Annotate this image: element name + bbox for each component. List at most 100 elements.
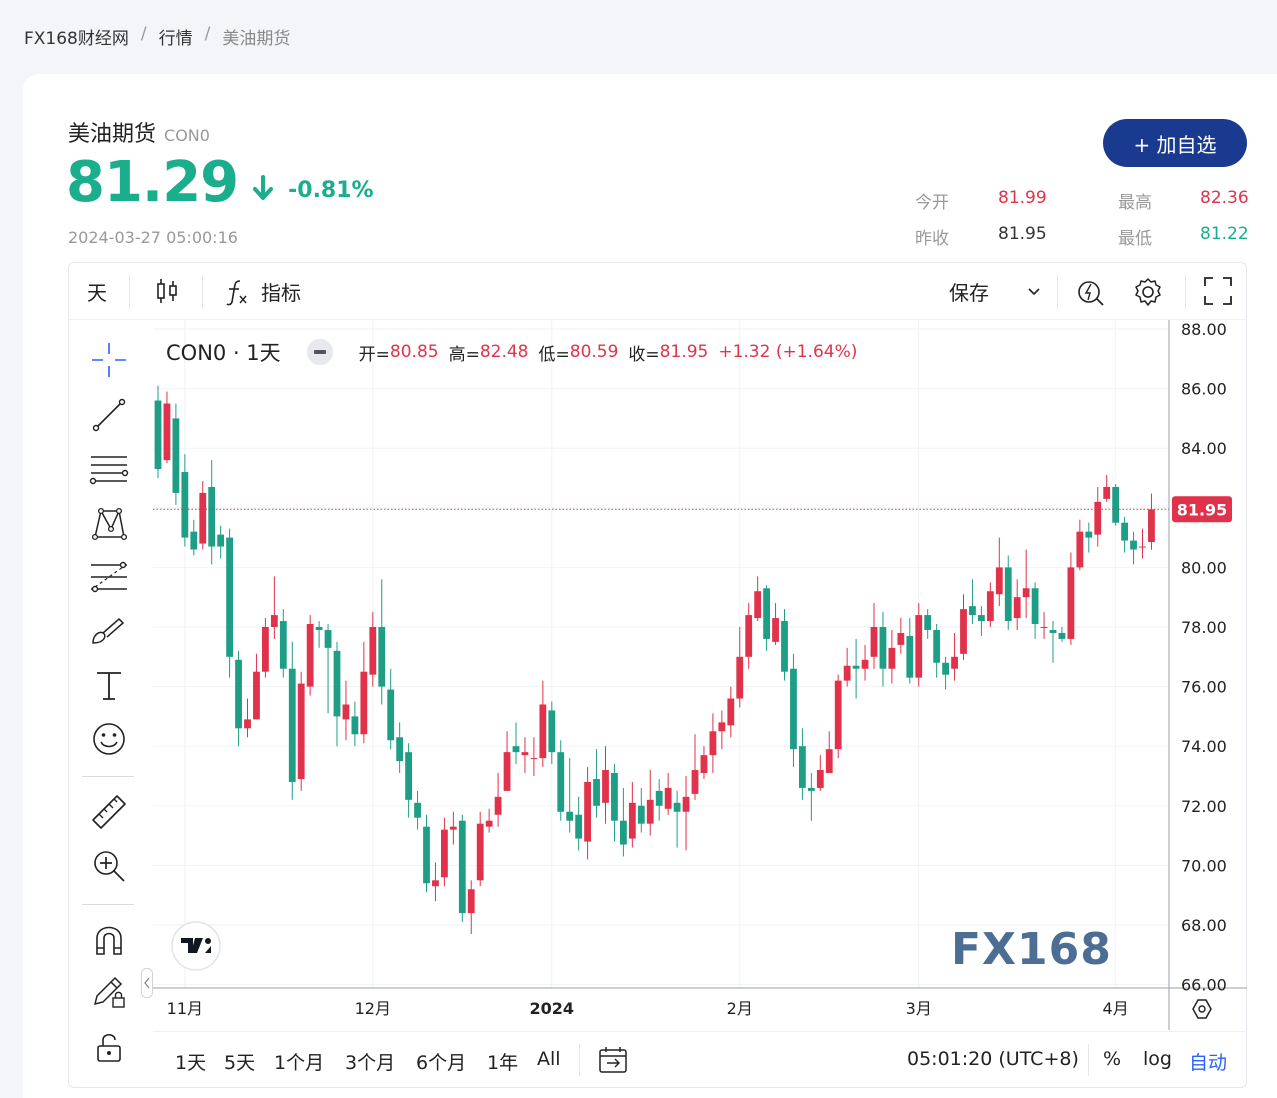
candle-body (190, 531, 198, 550)
alert-button[interactable] (1075, 276, 1107, 308)
range-all-button[interactable]: All (537, 1048, 561, 1070)
candle-body (279, 621, 287, 669)
legend-collapse-button[interactable] (306, 339, 333, 365)
range-5d-button[interactable]: 5天 (224, 1048, 255, 1075)
candle-body (825, 749, 833, 774)
goto-date-icon[interactable] (597, 1046, 629, 1076)
percent-toggle[interactable]: % (1103, 1048, 1121, 1070)
open-label: 今开 (915, 193, 949, 213)
tradingview-logo[interactable] (171, 921, 221, 971)
candle-body (799, 746, 806, 788)
legend-high-value: 82.48 (479, 342, 529, 362)
log-toggle[interactable]: log (1143, 1048, 1172, 1070)
emoji-tool[interactable] (89, 719, 129, 759)
low-label: 最低 (1118, 229, 1152, 249)
auto-scale-toggle[interactable]: 自动 (1189, 1048, 1227, 1075)
candle-body (906, 635, 914, 678)
candle-body (512, 746, 520, 753)
x-tick-label: 2024 (530, 999, 575, 1018)
zoom-in-icon (94, 851, 125, 882)
y-tick-label: 78.00 (1181, 618, 1227, 637)
candle-body (1022, 588, 1030, 598)
zoom-tool[interactable] (89, 846, 129, 886)
candle-body (1076, 531, 1084, 568)
pattern-tool[interactable] (89, 503, 129, 543)
candle-body (951, 656, 958, 669)
candle-style-button[interactable] (155, 277, 179, 305)
candlestick-chart[interactable]: FX16888.0086.0084.0082.0080.0078.0076.00… (153, 320, 1247, 1030)
fib-tool[interactable] (89, 557, 129, 597)
instrument-code: CON0 (164, 126, 210, 145)
range-6m-button[interactable]: 6个月 (416, 1048, 466, 1075)
candle-body (324, 629, 332, 648)
trend-line-icon (92, 398, 126, 432)
candle-body (539, 704, 547, 759)
breadcrumb-current: 美油期货 (222, 29, 291, 49)
candle-body (244, 719, 251, 729)
legend-symbol: CON0 · 1天 (166, 341, 281, 365)
candle-body (897, 632, 905, 645)
chart-legend: CON0 · 1天 开= 80.85 高= 82.48 低= 80.59 收= … (166, 337, 867, 367)
text-tool[interactable] (89, 665, 129, 705)
legend-open-label: 开= (358, 344, 390, 365)
candle-body (1121, 522, 1128, 541)
collapse-toolbar-icon[interactable] (141, 968, 153, 998)
candle-body (432, 880, 439, 887)
settings-button[interactable] (1132, 276, 1164, 308)
candle-body (530, 758, 538, 760)
high-value: 82.36 (1200, 188, 1249, 208)
x-tick-label: 12月 (355, 999, 391, 1018)
candle-body (700, 755, 708, 774)
breadcrumb-section-link[interactable]: 行情 (159, 24, 193, 49)
candle-body (1085, 531, 1093, 538)
indicators-button[interactable]: 指标 (225, 277, 301, 306)
candle-body (593, 778, 600, 806)
candle-body (557, 752, 565, 812)
axis-settings-icon[interactable] (1192, 999, 1212, 1019)
crosshair-icon (92, 343, 126, 377)
candle-body (772, 618, 779, 642)
trend-line-tool[interactable] (89, 395, 129, 435)
y-tick-label: 80.00 (1181, 558, 1227, 577)
breadcrumb-site-link[interactable]: FX168财经网 (24, 24, 129, 49)
range-1m-button[interactable]: 1个月 (274, 1048, 324, 1075)
prev-close-label: 昨收 (915, 229, 949, 249)
range-1y-button[interactable]: 1年 (487, 1048, 518, 1075)
fullscreen-button[interactable] (1203, 276, 1233, 306)
ruler-icon (92, 795, 126, 829)
candle-body (915, 615, 923, 678)
xabcd-pattern-icon (91, 507, 127, 541)
prev-close-value: 81.95 (998, 224, 1047, 244)
candle-body (995, 567, 1003, 595)
y-tick-label: 70.00 (1181, 856, 1227, 875)
open-value: 81.99 (998, 188, 1047, 208)
candle-body (575, 814, 583, 839)
magnet-tool[interactable] (89, 920, 129, 960)
chevron-down-icon[interactable] (1027, 287, 1041, 297)
pencil-lock-icon (93, 976, 125, 1008)
ruler-tool[interactable] (89, 792, 129, 832)
candle-body (611, 773, 618, 821)
range-1d-button[interactable]: 1天 (175, 1048, 206, 1075)
fx168-watermark: FX168 (951, 924, 1112, 975)
crosshair-tool[interactable] (89, 340, 129, 380)
interval-button[interactable]: 天 (87, 277, 107, 306)
add-to-watchlist-button[interactable]: + 加自选 (1103, 119, 1247, 167)
legend-close-value: 81.95 (659, 342, 709, 362)
candle-body (414, 802, 421, 818)
candle-body (351, 716, 359, 735)
lock-drawings-tool[interactable] (89, 972, 129, 1012)
utc-clock[interactable]: 05:01:20 (UTC+8) (907, 1048, 1079, 1070)
unlock-tool[interactable] (89, 1027, 129, 1067)
save-button[interactable]: 保存 (949, 277, 1041, 306)
candle-body (763, 588, 770, 639)
candle-body (691, 770, 699, 794)
brush-tool[interactable] (89, 611, 129, 651)
candle-body (1112, 486, 1120, 523)
legend-close-label: 收= (628, 344, 660, 365)
parallel-lines-tool[interactable] (89, 449, 129, 489)
candle-body (163, 403, 171, 461)
candle-body (1148, 509, 1155, 543)
candle-body (566, 811, 574, 821)
range-3m-button[interactable]: 3个月 (345, 1048, 395, 1075)
